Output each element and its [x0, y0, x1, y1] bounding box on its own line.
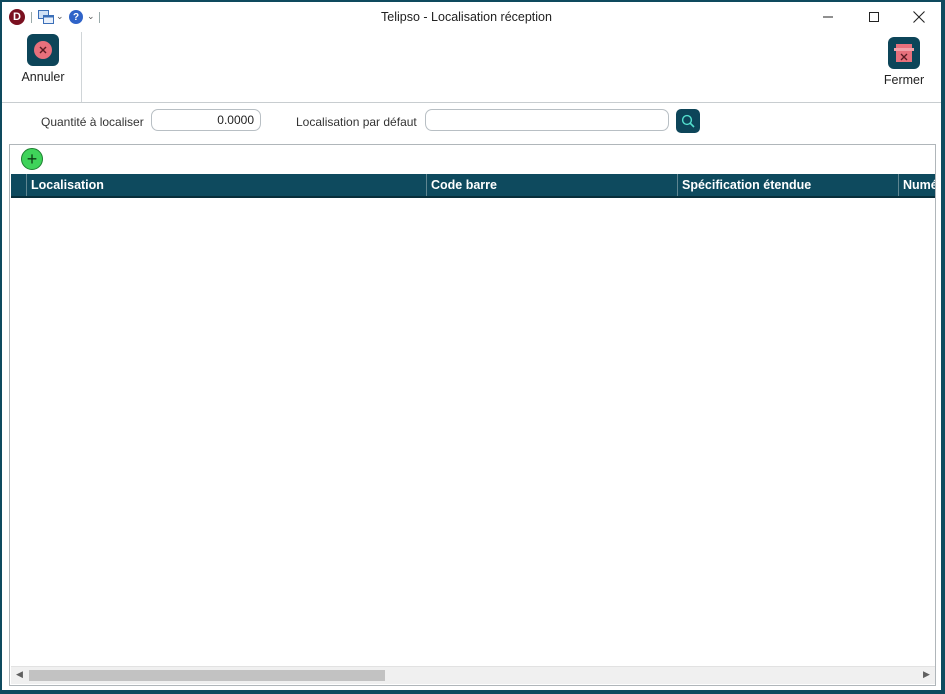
close-form-icon — [888, 37, 920, 69]
column-header-numero[interactable]: Numé — [898, 174, 935, 196]
scroll-right-icon[interactable]: ▶ — [923, 669, 930, 680]
maximize-icon — [869, 12, 879, 22]
minimize-icon — [823, 16, 833, 18]
minimize-button[interactable] — [805, 2, 851, 32]
row-selector-header — [11, 174, 26, 196]
search-button[interactable] — [676, 109, 700, 133]
column-header-localisation[interactable]: Localisation — [26, 174, 426, 196]
toolbar-divider — [81, 32, 82, 102]
column-header-code-barre[interactable]: Code barre — [426, 174, 677, 196]
grid-header: Localisation Code barre Spécification ét… — [11, 174, 935, 198]
close-form-button[interactable]: Fermer — [881, 37, 927, 87]
horizontal-scrollbar[interactable]: ◀ ▶ — [11, 666, 935, 684]
cancel-button[interactable]: Annuler — [20, 34, 66, 84]
cancel-label: Annuler — [21, 70, 65, 84]
cancel-icon — [27, 34, 59, 66]
location-grid-panel: + Localisation Code barre Spécification … — [9, 144, 936, 686]
close-icon — [913, 11, 925, 23]
scroll-left-icon[interactable]: ◀ — [16, 669, 23, 680]
add-row-button[interactable]: + — [21, 148, 43, 170]
add-icon: + — [26, 149, 38, 169]
quantity-input[interactable] — [151, 109, 261, 131]
window-title: Telipso - Localisation réception — [381, 10, 552, 24]
toolbar-separator — [2, 102, 941, 103]
column-header-specification-etendue[interactable]: Spécification étendue — [677, 174, 898, 196]
default-location-label: Localisation par défaut — [296, 115, 417, 129]
search-icon — [681, 114, 695, 128]
maximize-button[interactable] — [851, 2, 897, 32]
close-form-label: Fermer — [883, 73, 925, 87]
close-window-button[interactable] — [896, 2, 941, 32]
title-bar: D ⌄ ? ⌄ Telipso - Localisation réception — [2, 2, 941, 32]
toolbar: Annuler Fermer — [2, 32, 941, 102]
default-location-input[interactable] — [425, 109, 669, 131]
scrollbar-thumb[interactable] — [29, 670, 385, 681]
quantity-label: Quantité à localiser — [41, 115, 144, 129]
dialog-window: D ⌄ ? ⌄ Telipso - Localisation réception — [2, 2, 941, 690]
